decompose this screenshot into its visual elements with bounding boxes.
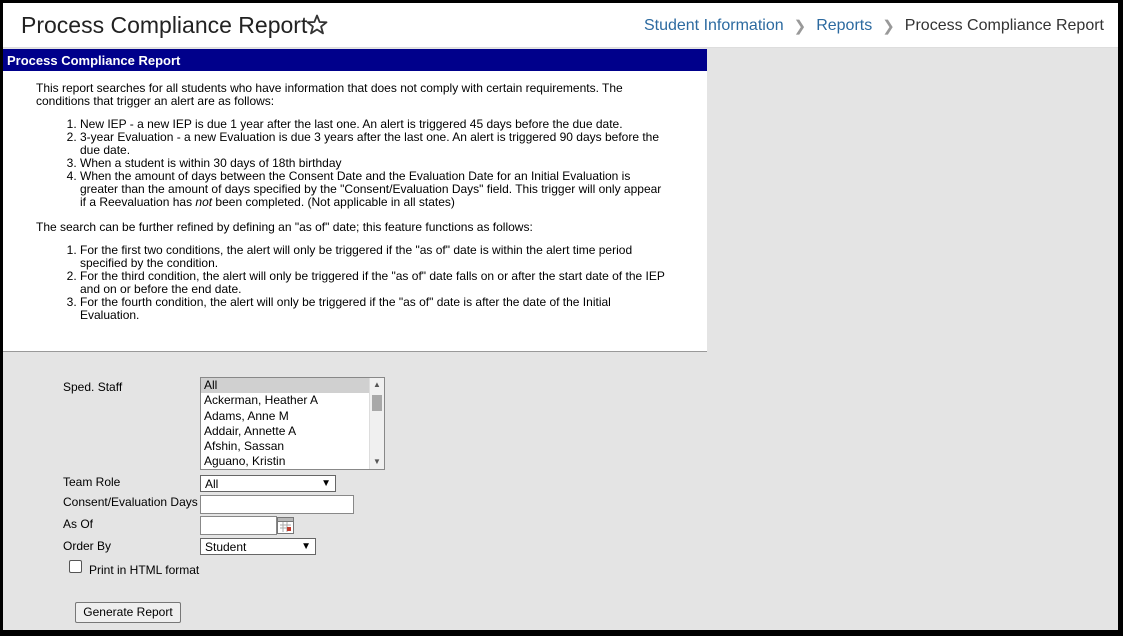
condition-item: When the amount of days between the Cons…: [80, 170, 667, 209]
consent-days-input[interactable]: [200, 495, 354, 514]
sped-staff-option[interactable]: All: [201, 378, 384, 394]
calendar-icon[interactable]: [277, 517, 294, 534]
scroll-up-icon[interactable]: ▲: [370, 378, 384, 392]
listbox-scrollbar[interactable]: ▲ ▼: [369, 378, 384, 469]
refinement-item: For the first two conditions, the alert …: [80, 244, 667, 270]
sped-staff-listbox[interactable]: All Ackerman, Heather A Adams, Anne M Ad…: [200, 377, 385, 470]
as-of-date-input[interactable]: [200, 516, 277, 535]
star-icon[interactable]: [305, 13, 329, 37]
sped-staff-option[interactable]: Adams, Anne M: [201, 409, 384, 424]
consent-days-label: Consent/Evaluation Days: [63, 495, 198, 509]
page-title: Process Compliance Report: [21, 12, 308, 38]
team-role-label: Team Role: [63, 475, 121, 489]
print-html-label: Print in HTML format: [89, 563, 200, 577]
panel-body: This report searches for all students wh…: [3, 71, 707, 322]
team-role-value: All: [205, 477, 219, 491]
refine-intro-text: The search can be further refined by def…: [36, 220, 533, 234]
chevron-right-icon: ❯: [882, 18, 895, 35]
sped-staff-option[interactable]: Afshin, Sassan: [201, 439, 384, 454]
sped-staff-option[interactable]: Aguano, Kristin: [201, 454, 384, 469]
sped-staff-label: Sped. Staff: [63, 380, 123, 394]
breadcrumb-current: Process Compliance Report: [904, 17, 1104, 34]
condition-item: 3-year Evaluation - a new Evaluation is …: [80, 131, 667, 157]
sped-staff-option[interactable]: Ackerman, Heather A: [201, 393, 384, 408]
refinements-list: For the first two conditions, the alert …: [36, 244, 667, 322]
as-of-label: As Of: [63, 517, 94, 531]
intro-text: This report searches for all students wh…: [36, 81, 623, 108]
conditions-list: New IEP - a new IEP is due 1 year after …: [36, 118, 667, 209]
refinement-item: For the third condition, the alert will …: [80, 270, 667, 296]
scroll-down-icon[interactable]: ▼: [370, 455, 384, 469]
team-role-select[interactable]: All ▼: [200, 475, 336, 492]
chevron-down-icon: ▼: [301, 541, 311, 552]
chevron-down-icon: ▼: [321, 478, 331, 489]
app-frame: Process Compliance Report Student Inform…: [3, 3, 1118, 630]
panel-title: Process Compliance Report: [3, 49, 707, 71]
report-description-panel: Process Compliance Report This report se…: [3, 49, 707, 352]
sped-staff-option[interactable]: Addair, Annette A: [201, 424, 384, 439]
refinement-item: For the fourth condition, the alert will…: [80, 296, 667, 322]
chevron-right-icon: ❯: [793, 18, 807, 35]
page-header: Process Compliance Report Student Inform…: [3, 3, 1118, 48]
order-by-value: Student: [205, 540, 247, 554]
print-html-checkbox[interactable]: [69, 560, 82, 573]
scroll-thumb[interactable]: [372, 395, 382, 411]
order-by-label: Order By: [63, 539, 112, 553]
breadcrumb-student-information[interactable]: Student Information: [644, 17, 784, 35]
generate-report-button[interactable]: Generate Report: [75, 602, 181, 623]
breadcrumb-reports[interactable]: Reports: [816, 17, 872, 35]
order-by-select[interactable]: Student ▼: [200, 538, 316, 555]
breadcrumb: Student Information ❯ Reports ❯ Process …: [644, 17, 1104, 35]
